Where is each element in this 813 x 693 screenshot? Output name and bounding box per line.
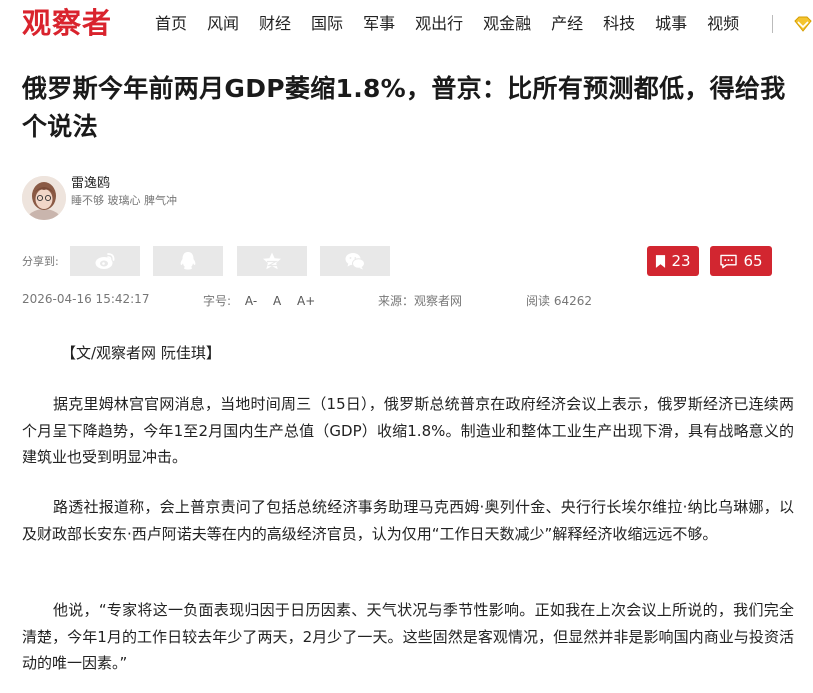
nav-divider [772,15,775,33]
share-weibo-button[interactable] [70,246,140,276]
nav-item-industry[interactable]: 产经 [551,12,583,36]
nav-item-home[interactable]: 首页 [155,12,187,36]
author-avatar[interactable] [22,176,66,220]
nav-item-military[interactable]: 军事 [363,12,395,36]
article-paragraph-1: 据克里姆林宫官网消息，当地时间周三（15日），俄罗斯总统普京在政府经济会议上表示… [22,395,794,466]
share-label: 分享到: [22,255,59,268]
font-size-larger-button[interactable]: A+ [297,294,315,308]
publish-datetime: 2026-04-16 15:42:17 [22,292,150,306]
vip-diamond-icon[interactable] [794,16,812,32]
author-name[interactable]: 雷逸鸥 [71,172,110,191]
nav-item-finance[interactable]: 财经 [259,12,291,36]
nav-item-mobility[interactable]: 观出行 [415,12,463,36]
comment-count: 65 [743,252,763,270]
article-byline: 【文/观察者网 阮佳琪】 [61,344,221,362]
wechat-icon [345,253,365,270]
weibo-icon [95,253,115,269]
nav-item-tech[interactable]: 科技 [603,12,635,36]
article-paragraph-3: 他说，“专家将这一负面表现归因于日历因素、天气状况与季节性影响。正如我在上次会议… [22,601,794,672]
font-size-normal-button[interactable]: A [273,294,281,308]
read-count: 阅读 64262 [526,294,592,308]
nav-item-fengwen[interactable]: 风闻 [207,12,239,36]
nav-item-city[interactable]: 城事 [655,12,687,36]
qzone-icon [263,252,281,270]
font-size-label: 字号: [203,294,232,308]
site-logo[interactable]: 观察者 [22,3,112,43]
bookmark-icon [656,254,666,268]
qq-icon [180,252,196,270]
author-tagline: 睡不够 玻璃心 脾气冲 [71,194,177,207]
bookmark-button[interactable]: 23 [647,246,699,276]
nav-item-guanfinance[interactable]: 观金融 [483,12,531,36]
font-size-controls: 字号: A- A A+ [203,292,315,309]
article-source: 来源：观察者网 [378,294,463,308]
article-title: 俄罗斯今年前两月GDP萎缩1.8%，普京：比所有预测都低，得给我个说法 [22,74,786,141]
nav-item-international[interactable]: 国际 [311,12,343,36]
share-wechat-button[interactable] [320,246,390,276]
top-navigation: 观察者 首页 风闻 财经 国际 军事 观出行 观金融 产经 科技 城事 视频 [0,0,813,48]
nav-item-video[interactable]: 视频 [707,12,739,36]
article-paragraph-2: 路透社报道称，会上普京责问了包括总统经济事务助理马克西姆·奥列什金、央行行长埃尔… [22,498,794,543]
font-size-smaller-button[interactable]: A- [245,294,257,308]
share-qq-button[interactable] [153,246,223,276]
comment-button[interactable]: 65 [710,246,772,276]
main-nav: 首页 风闻 财经 国际 军事 观出行 观金融 产经 科技 城事 视频 [155,12,759,36]
comment-icon [720,254,738,268]
bookmark-count: 23 [671,252,691,270]
share-qzone-button[interactable] [237,246,307,276]
